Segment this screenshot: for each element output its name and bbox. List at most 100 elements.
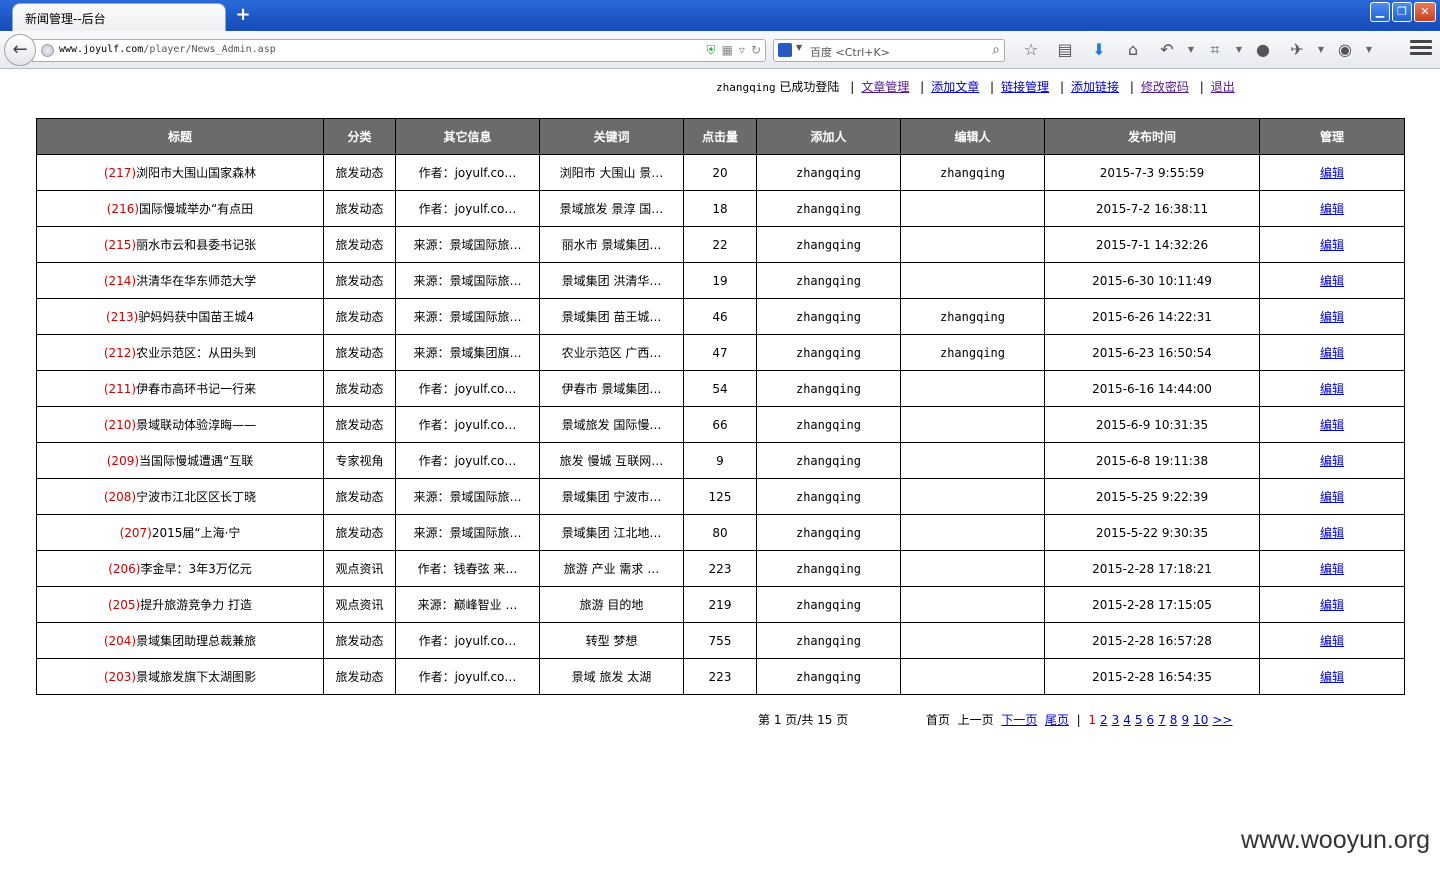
- cell-keywords: 旅游 产业 需求 …: [539, 550, 684, 587]
- cell-category: 旅发动态: [323, 514, 396, 551]
- edit-link[interactable]: 编辑: [1320, 238, 1344, 252]
- cell-manage: 编辑: [1259, 442, 1405, 479]
- edit-link[interactable]: 编辑: [1320, 454, 1344, 468]
- table-header-row: 标题 分类 其它信息 关键词 点击量 添加人 编辑人 发布时间 管理: [36, 118, 1405, 155]
- cell-editor: zhangqing: [900, 334, 1045, 371]
- cell-editor: [900, 478, 1045, 515]
- download-icon[interactable]: ⬇: [1082, 40, 1116, 60]
- search-engine-caret-icon[interactable]: ▼: [796, 43, 802, 52]
- article-index: (212): [103, 346, 137, 360]
- logout-link[interactable]: 退出: [1211, 80, 1235, 94]
- edit-link[interactable]: 编辑: [1320, 670, 1344, 684]
- edit-link[interactable]: 编辑: [1320, 346, 1344, 360]
- edit-link[interactable]: 编辑: [1320, 490, 1344, 504]
- article-title: 景域联动体验淳晦——: [136, 418, 257, 432]
- edit-link[interactable]: 编辑: [1320, 310, 1344, 324]
- qrcode-icon[interactable]: ▦: [722, 43, 733, 58]
- article-index: (217): [103, 166, 137, 180]
- home-icon[interactable]: ⌂: [1116, 40, 1150, 60]
- edit-link[interactable]: 编辑: [1320, 202, 1344, 216]
- separator: |: [850, 80, 855, 94]
- page-link[interactable]: 6: [1147, 713, 1155, 727]
- edit-link[interactable]: 编辑: [1320, 598, 1344, 612]
- reading-list-icon[interactable]: ▤: [1048, 40, 1082, 60]
- page-link[interactable]: 4: [1123, 713, 1131, 727]
- separator: |: [990, 80, 995, 94]
- address-text[interactable]: www.joyulf.com/player/News_Admin.asp: [59, 44, 276, 55]
- edit-link[interactable]: 编辑: [1320, 562, 1344, 576]
- theme-icon[interactable]: ◉: [1328, 40, 1362, 60]
- cell-manage: 编辑: [1259, 478, 1405, 515]
- edit-link[interactable]: 编辑: [1320, 382, 1344, 396]
- cell-manage: 编辑: [1259, 514, 1405, 551]
- table-row: (208)宁波市江北区区长丁晓 旅发动态 来源：景域国际旅… 景域集团 宁波市… 125…: [36, 478, 1405, 515]
- article-title: 提升旅游竞争力 打造: [140, 598, 253, 612]
- edit-link[interactable]: 编辑: [1320, 634, 1344, 648]
- edit-link[interactable]: 编辑: [1320, 526, 1344, 540]
- col-header-manage: 管理: [1259, 118, 1405, 155]
- article-title: 驴妈妈获中国苗王城4: [138, 310, 254, 324]
- cell-adder: zhangqing: [756, 298, 901, 335]
- theme-dropdown-icon[interactable]: ▼: [1362, 40, 1376, 60]
- new-tab-button[interactable]: +: [232, 5, 254, 25]
- page-link[interactable]: 10: [1193, 713, 1208, 727]
- col-header-category: 分类: [323, 118, 396, 155]
- table-row: (217)浏阳市大围山国家森林 旅发动态 作者：joyulf.co… 浏阳市 大围山 …: [36, 154, 1405, 191]
- add-link-link[interactable]: 添加链接: [1071, 80, 1119, 94]
- crop-icon[interactable]: ⌗: [1198, 40, 1232, 60]
- cell-info: 来源：景域集团旗…: [395, 334, 540, 371]
- col-header-adder: 添加人: [756, 118, 901, 155]
- table-row: (204)景域集团助理总裁兼旅 旅发动态 作者：joyulf.co… 转型 梦想 755…: [36, 622, 1405, 659]
- undo-icon[interactable]: ↶: [1150, 40, 1184, 60]
- address-bar[interactable]: www.joyulf.com/player/News_Admin.asp ⛨ ▦…: [32, 39, 766, 62]
- bookmark-star-icon[interactable]: ☆: [1014, 40, 1048, 60]
- cell-info: 作者：joyulf.co…: [395, 154, 540, 191]
- cell-time: 2015-6-9 10:31:35: [1044, 406, 1260, 443]
- change-password-link[interactable]: 修改密码: [1141, 80, 1189, 94]
- search-icon[interactable]: ⌕: [992, 42, 1000, 58]
- hamburger-menu-icon[interactable]: [1410, 40, 1432, 60]
- shield-icon[interactable]: ⛨: [707, 43, 716, 58]
- page-link[interactable]: 9: [1181, 713, 1189, 727]
- cell-category: 旅发动态: [323, 370, 396, 407]
- browser-tab[interactable]: 新闻管理--后台: [12, 3, 226, 31]
- separator: |: [1059, 80, 1064, 94]
- page-link[interactable]: 8: [1170, 713, 1178, 727]
- cell-editor: [900, 406, 1045, 443]
- link-manage-link[interactable]: 链接管理: [1001, 80, 1049, 94]
- cell-adder: zhangqing: [756, 190, 901, 227]
- extension-dropdown-icon[interactable]: ▼: [1314, 40, 1328, 60]
- pagination: 首页 上一页 下一页 尾页 | 1 2 3 4 5 6 7 8 9 10 >>: [926, 711, 1232, 728]
- crop-dropdown-icon[interactable]: ▼: [1232, 40, 1246, 60]
- search-bar[interactable]: ▼ 百度 <Ctrl+K> ⌕: [773, 39, 1005, 62]
- cell-keywords: 浏阳市 大围山 景…: [539, 154, 684, 191]
- last-page-link[interactable]: 尾页: [1045, 713, 1069, 727]
- page-link[interactable]: 2: [1100, 713, 1108, 727]
- cell-keywords: 景域集团 江北地…: [539, 514, 684, 551]
- page-link[interactable]: 5: [1135, 713, 1143, 727]
- page-link[interactable]: 7: [1158, 713, 1166, 727]
- cell-time: 2015-6-23 16:50:54: [1044, 334, 1260, 371]
- chat-icon[interactable]: ●: [1246, 40, 1280, 60]
- cell-adder: zhangqing: [756, 442, 901, 479]
- back-button[interactable]: ←: [4, 34, 36, 66]
- dropdown-icon[interactable]: ▿: [739, 43, 745, 58]
- cell-keywords: 丽水市 景域集团…: [539, 226, 684, 263]
- article-manage-link[interactable]: 文章管理: [861, 80, 909, 94]
- minimize-button[interactable]: ▁: [1370, 2, 1390, 22]
- page-link[interactable]: 3: [1112, 713, 1120, 727]
- edit-link[interactable]: 编辑: [1320, 418, 1344, 432]
- restore-button[interactable]: ❐: [1392, 2, 1412, 22]
- next-page-link[interactable]: 下一页: [1001, 713, 1037, 727]
- cell-info: 作者：joyulf.co…: [395, 658, 540, 695]
- close-button[interactable]: ✕: [1414, 2, 1436, 22]
- cell-category: 观点资讯: [323, 586, 396, 623]
- undo-dropdown-icon[interactable]: ▼: [1184, 40, 1198, 60]
- extension-icon[interactable]: ✈: [1280, 40, 1314, 60]
- reload-icon[interactable]: ↻: [751, 43, 761, 58]
- edit-link[interactable]: 编辑: [1320, 166, 1344, 180]
- edit-link[interactable]: 编辑: [1320, 274, 1344, 288]
- add-article-link[interactable]: 添加文章: [931, 80, 979, 94]
- more-pages-link[interactable]: >>: [1212, 713, 1232, 727]
- baidu-icon[interactable]: [778, 43, 792, 57]
